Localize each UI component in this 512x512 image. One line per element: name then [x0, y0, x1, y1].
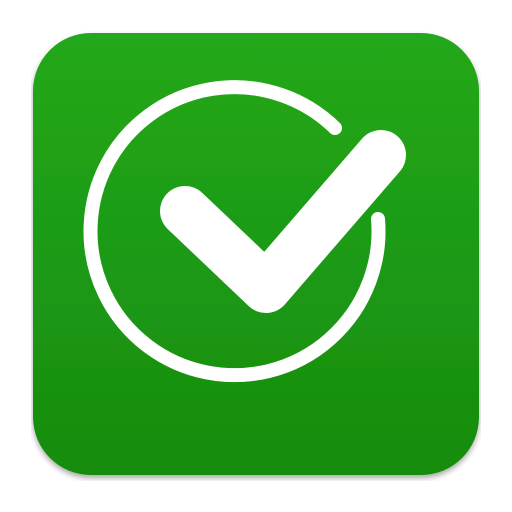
app-icon[interactable]	[31, 31, 481, 481]
icon-canvas	[0, 0, 512, 512]
